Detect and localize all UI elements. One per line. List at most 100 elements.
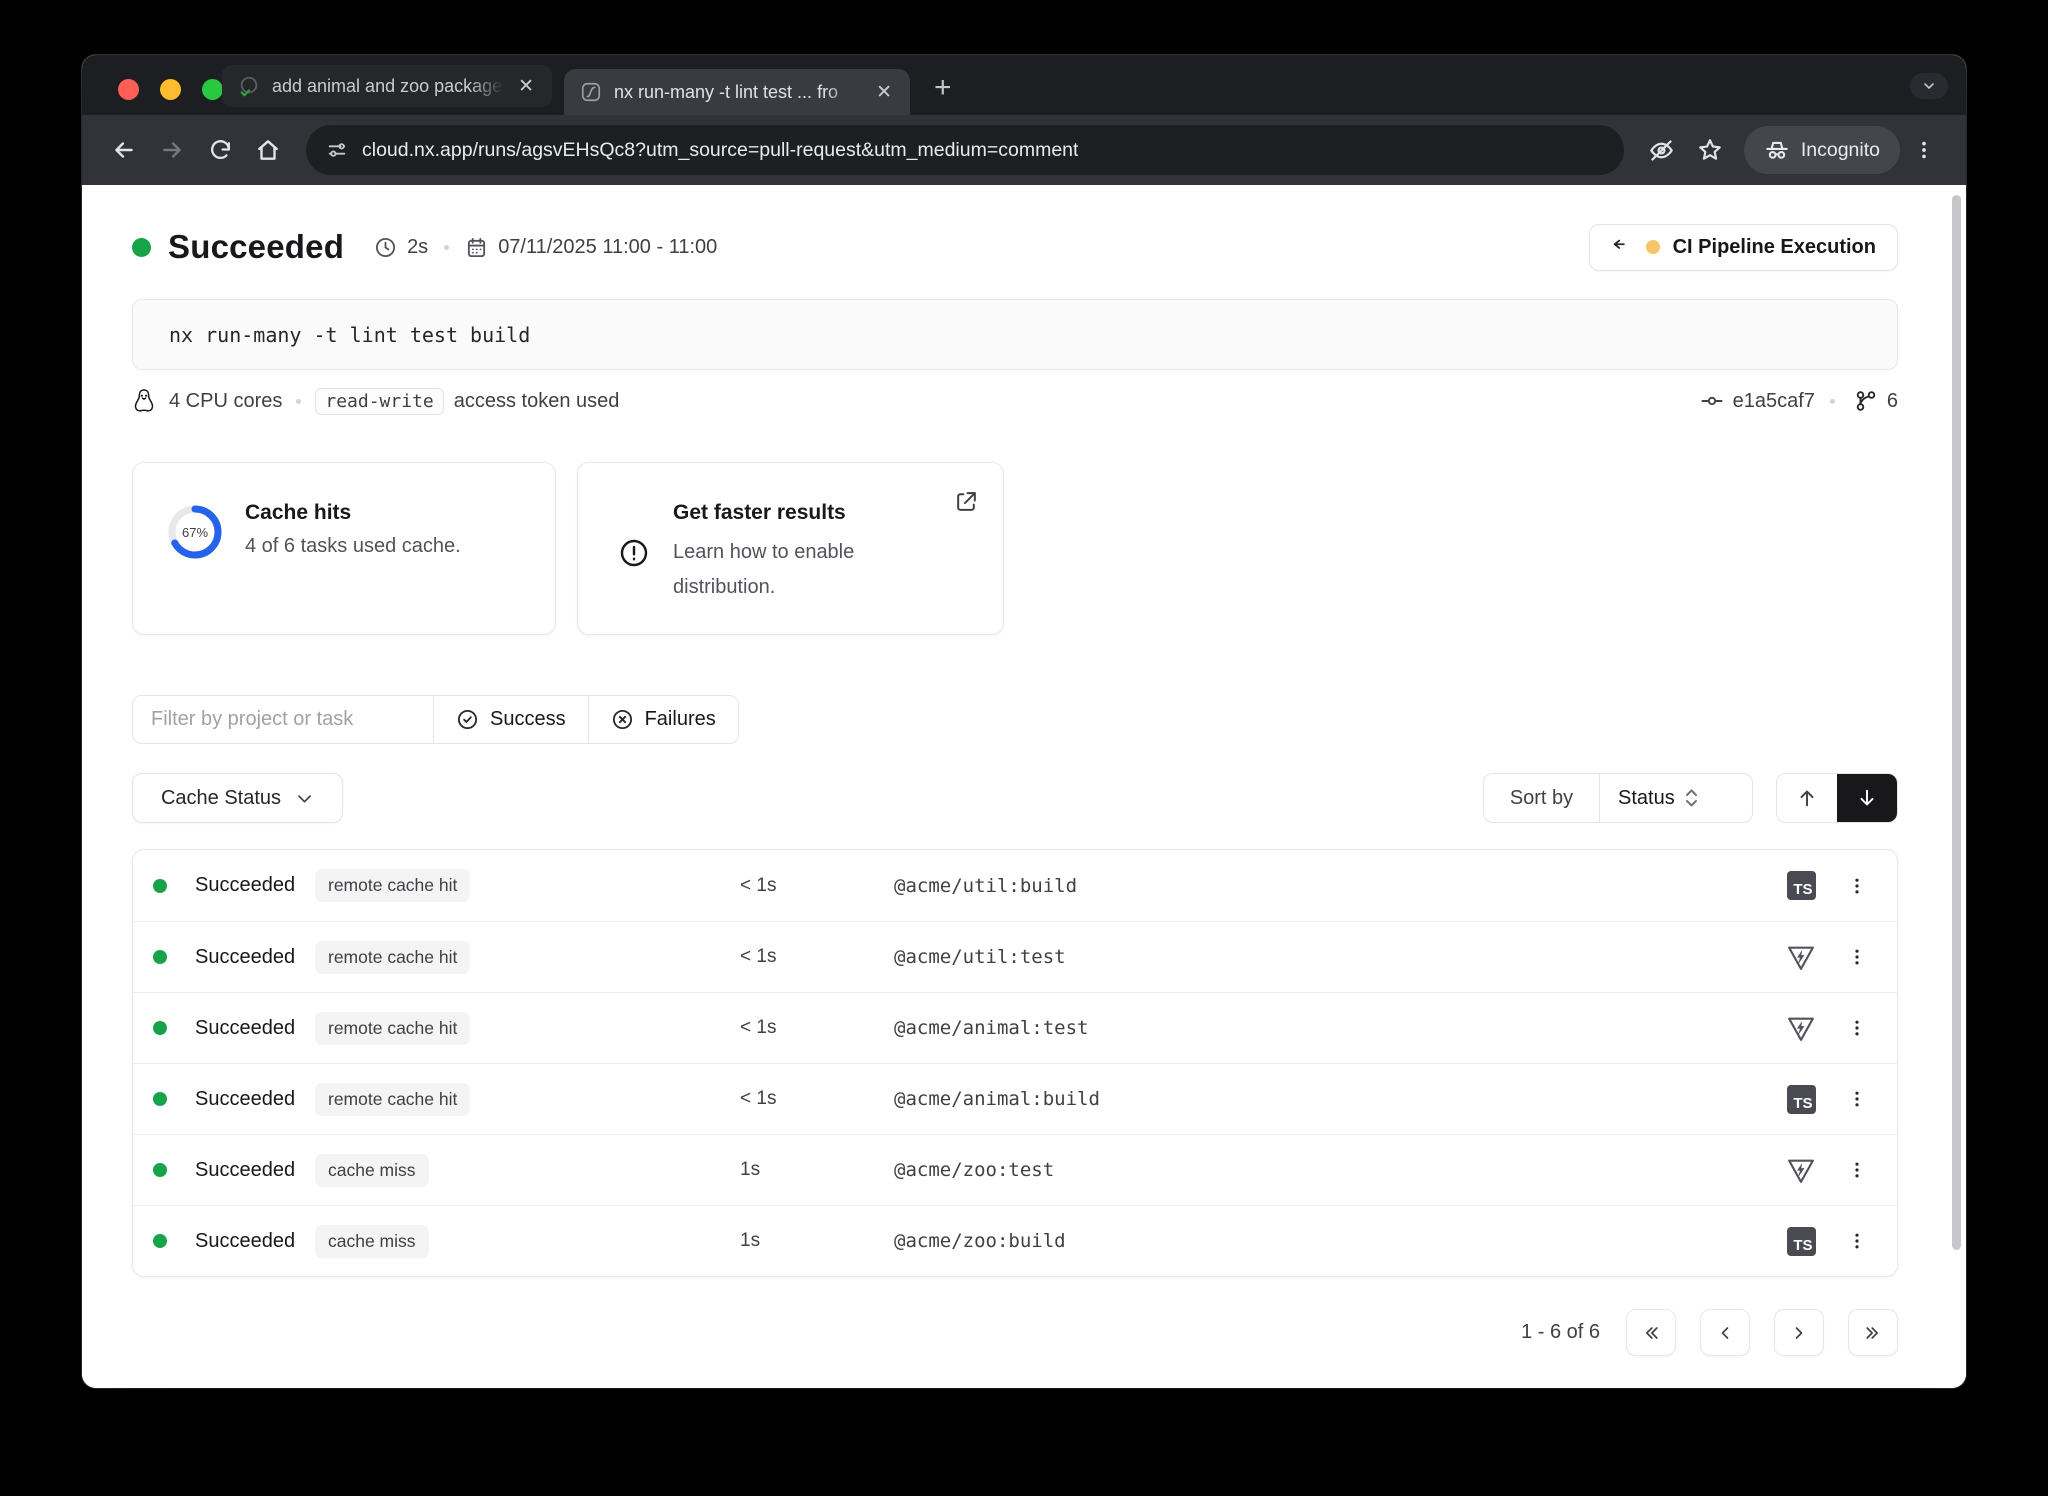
cache-status-dropdown[interactable]: Cache Status	[132, 773, 343, 823]
table-row[interactable]: Succeeded cache miss 1s @acme/zoo:build …	[133, 1205, 1897, 1276]
dot-separator	[444, 245, 449, 250]
cache-hits-percent: 67%	[166, 503, 224, 561]
row-status-dot	[153, 950, 167, 964]
table-row[interactable]: Succeeded remote cache hit < 1s @acme/an…	[133, 992, 1897, 1063]
row-status-label: Succeeded	[195, 1159, 315, 1182]
url-text: cloud.nx.app/runs/agsvEHsQc8?utm_source=…	[362, 139, 1078, 162]
browser-menu-icon[interactable]	[1900, 126, 1948, 174]
table-row[interactable]: Succeeded remote cache hit < 1s @acme/ut…	[133, 921, 1897, 992]
command-box: nx run-many -t lint test build	[132, 299, 1898, 370]
row-task-name[interactable]: @acme/util:build	[894, 875, 1769, 897]
table-row[interactable]: Succeeded cache miss 1s @acme/zoo:test T…	[133, 1134, 1897, 1205]
commit-hash[interactable]: e1a5caf7	[1733, 390, 1815, 413]
minimize-window-button[interactable]	[160, 79, 181, 100]
sort-controls: Sort by Status	[1483, 773, 1898, 823]
privacy-eye-off-icon[interactable]	[1638, 126, 1686, 174]
zoom-window-button[interactable]	[202, 79, 223, 100]
page-content: Succeeded 2s 07/11/2025 11:00 - 11:00 CI…	[82, 185, 1966, 1388]
x-circle-icon	[611, 708, 634, 731]
row-menu-button[interactable]	[1833, 876, 1881, 896]
run-environment-row: 4 CPU cores read-write access token used…	[132, 386, 1898, 416]
next-page-button[interactable]	[1774, 1309, 1824, 1356]
row-cache-chip: remote cache hit	[315, 869, 470, 902]
failures-filter-button[interactable]: Failures	[588, 696, 738, 743]
tab-title: nx run-many -t lint test ... fro	[614, 82, 862, 103]
row-duration: 1s	[740, 1230, 894, 1252]
back-button[interactable]	[100, 126, 148, 174]
row-duration: < 1s	[740, 1017, 894, 1039]
bookmark-star-icon[interactable]	[1686, 126, 1734, 174]
row-menu-button[interactable]	[1833, 1160, 1881, 1180]
previous-page-button[interactable]	[1700, 1309, 1750, 1356]
row-task-name[interactable]: @acme/zoo:test	[894, 1159, 1769, 1181]
sort-ascending-button[interactable]	[1777, 774, 1837, 822]
status-dot	[132, 238, 151, 257]
home-button[interactable]	[244, 126, 292, 174]
close-tab-icon[interactable]: ✕	[874, 81, 894, 104]
tab-title: add animal and zoo packages	[272, 76, 504, 97]
row-task-name[interactable]: @acme/animal:test	[894, 1017, 1769, 1039]
incognito-icon	[1764, 137, 1790, 163]
close-tab-icon[interactable]: ✕	[516, 75, 536, 98]
sort-by-label: Sort by	[1484, 774, 1599, 822]
forward-button[interactable]	[148, 126, 196, 174]
address-bar[interactable]: cloud.nx.app/runs/agsvEHsQc8?utm_source=…	[306, 125, 1624, 175]
branch-count[interactable]: 6	[1887, 390, 1898, 413]
row-cache-chip: remote cache hit	[315, 1083, 470, 1116]
row-task-name[interactable]: @acme/animal:build	[894, 1088, 1769, 1110]
row-status-label: Succeeded	[195, 1088, 315, 1111]
ci-pipeline-execution-button[interactable]: CI Pipeline Execution	[1589, 224, 1898, 271]
vitest-icon	[1786, 1155, 1816, 1185]
row-menu-button[interactable]	[1833, 1018, 1881, 1038]
chevron-down-icon	[295, 789, 314, 808]
linux-penguin-icon	[132, 388, 156, 415]
close-window-button[interactable]	[118, 79, 139, 100]
distribution-card[interactable]: Get faster results Learn how to enable d…	[577, 462, 1004, 635]
row-menu-button[interactable]	[1833, 1231, 1881, 1251]
failures-filter-label: Failures	[645, 708, 716, 731]
sort-select-value: Status	[1618, 787, 1675, 810]
page-title: Succeeded	[168, 228, 344, 266]
reload-button[interactable]	[196, 126, 244, 174]
pagination-label: 1 - 6 of 6	[1521, 1321, 1600, 1344]
sort-select[interactable]: Status	[1599, 774, 1752, 822]
row-task-name[interactable]: @acme/zoo:build	[894, 1230, 1769, 1252]
last-page-button[interactable]	[1848, 1309, 1898, 1356]
tab-pull-request[interactable]: add animal and zoo packages ✕	[222, 65, 552, 107]
run-meta: 2s 07/11/2025 11:00 - 11:00	[374, 236, 717, 259]
table-row[interactable]: Succeeded remote cache hit < 1s @acme/an…	[133, 1063, 1897, 1134]
row-cache-chip: cache miss	[315, 1154, 429, 1187]
run-duration: 2s	[407, 236, 428, 259]
success-filter-button[interactable]: Success	[433, 696, 588, 743]
cache-hits-card[interactable]: 67% Cache hits 4 of 6 tasks used cache.	[132, 462, 556, 635]
row-task-name[interactable]: @acme/util:test	[894, 946, 1769, 968]
row-status-label: Succeeded	[195, 874, 315, 897]
table-row[interactable]: Succeeded remote cache hit < 1s @acme/ut…	[133, 850, 1897, 921]
row-menu-button[interactable]	[1833, 947, 1881, 967]
row-menu-button[interactable]	[1833, 1089, 1881, 1109]
row-status-label: Succeeded	[195, 1017, 315, 1040]
git-branch-icon	[1854, 389, 1878, 413]
row-status-dot	[153, 1163, 167, 1177]
external-link-icon[interactable]	[954, 489, 979, 514]
summary-cards: 67% Cache hits 4 of 6 tasks used cache. …	[132, 462, 1898, 635]
typescript-icon: TS	[1787, 1227, 1816, 1256]
filter-input[interactable]	[133, 696, 433, 743]
incognito-badge[interactable]: Incognito	[1744, 126, 1900, 174]
tab-nx-run[interactable]: nx run-many -t lint test ... fro ✕	[564, 69, 910, 115]
vitest-icon	[1786, 942, 1816, 972]
row-status-dot	[153, 1092, 167, 1106]
command-text: nx run-many -t lint test build	[169, 323, 530, 347]
access-token-chip: read-write	[315, 388, 443, 415]
sort-descending-button[interactable]	[1837, 774, 1897, 822]
access-token-suffix: access token used	[454, 390, 620, 413]
cache-status-label: Cache Status	[161, 787, 281, 810]
tab-search-button[interactable]	[1910, 73, 1948, 99]
scrollbar-thumb[interactable]	[1952, 195, 1961, 1250]
browser-toolbar: cloud.nx.app/runs/agsvEHsQc8?utm_source=…	[82, 115, 1966, 185]
site-settings-icon[interactable]	[326, 139, 348, 161]
new-tab-button[interactable]: +	[934, 73, 952, 103]
first-page-button[interactable]	[1626, 1309, 1676, 1356]
typescript-icon: TS	[1787, 1085, 1816, 1114]
undo-arrow-icon	[1611, 236, 1633, 258]
